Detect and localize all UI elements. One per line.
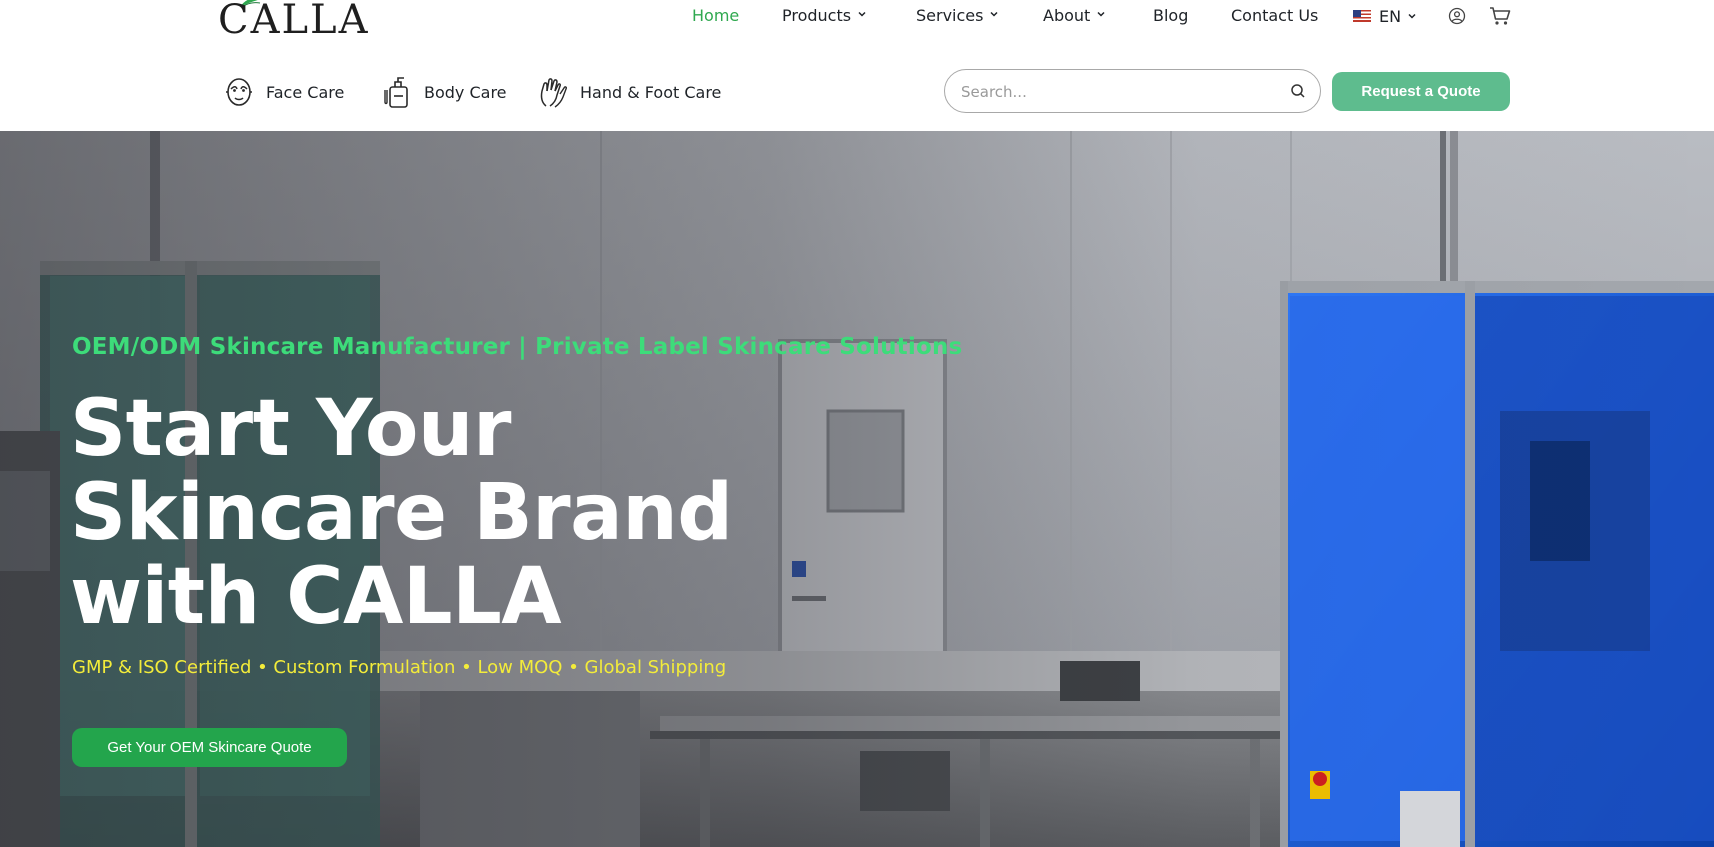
nav-services[interactable]: Services: [916, 6, 999, 26]
category-body-care[interactable]: Body Care: [382, 76, 507, 108]
search-bar: [944, 69, 1321, 113]
headline-line: Skincare Brand: [70, 468, 733, 558]
language-selector[interactable]: EN: [1353, 6, 1417, 26]
hero-eyebrow: OEM/ODM Skincare Manufacturer | Private …: [72, 334, 963, 360]
category-hand-foot-care[interactable]: Hand & Foot Care: [538, 76, 721, 108]
headline-line: with CALLA: [70, 552, 562, 642]
chevron-down-icon: [1097, 11, 1105, 17]
category-label: Hand & Foot Care: [580, 82, 722, 102]
lotion-bottle-icon: [384, 77, 408, 108]
nav-home[interactable]: Home: [692, 6, 739, 26]
get-oem-quote-button[interactable]: Get Your OEM Skincare Quote: [72, 728, 347, 767]
face-mask-icon: [226, 78, 252, 106]
nav-about[interactable]: About: [1043, 6, 1106, 26]
us-flag-icon: [1353, 10, 1371, 22]
calla-logo[interactable]: CALLA: [218, 0, 368, 42]
nav-contact-us[interactable]: Contact Us: [1231, 6, 1318, 26]
headline-line: Start Your: [70, 384, 511, 474]
nav-products-label: Products: [782, 6, 852, 25]
chevron-down-icon: [990, 11, 998, 17]
hero-section: OEM/ODM Skincare Manufacturer | Private …: [0, 131, 1714, 847]
hero-headline: Start Your Skincare Brand with CALLA: [70, 387, 830, 639]
nav-about-label: About: [1043, 6, 1091, 25]
search-icon[interactable]: [1290, 83, 1306, 99]
category-face-care[interactable]: Face Care: [224, 76, 344, 108]
hero-subline: GMP & ISO Certified • Custom Formulation…: [72, 657, 727, 678]
site-header: CALLA Home Products Services About Blog …: [0, 0, 1714, 131]
search-input[interactable]: [961, 81, 1271, 103]
logo-text: CALLA: [218, 0, 370, 43]
request-quote-button[interactable]: Request a Quote: [1332, 72, 1510, 111]
nav-services-label: Services: [916, 6, 984, 25]
language-label: EN: [1379, 6, 1402, 26]
hands-icon: [540, 78, 567, 108]
nav-blog[interactable]: Blog: [1153, 6, 1188, 26]
nav-products[interactable]: Products: [782, 6, 867, 26]
cart-icon[interactable]: [1489, 6, 1511, 26]
category-label: Face Care: [266, 82, 345, 102]
category-label: Body Care: [424, 82, 507, 102]
user-icon[interactable]: [1448, 7, 1466, 25]
chevron-down-icon: [858, 11, 866, 17]
chevron-down-icon: [1408, 13, 1416, 19]
